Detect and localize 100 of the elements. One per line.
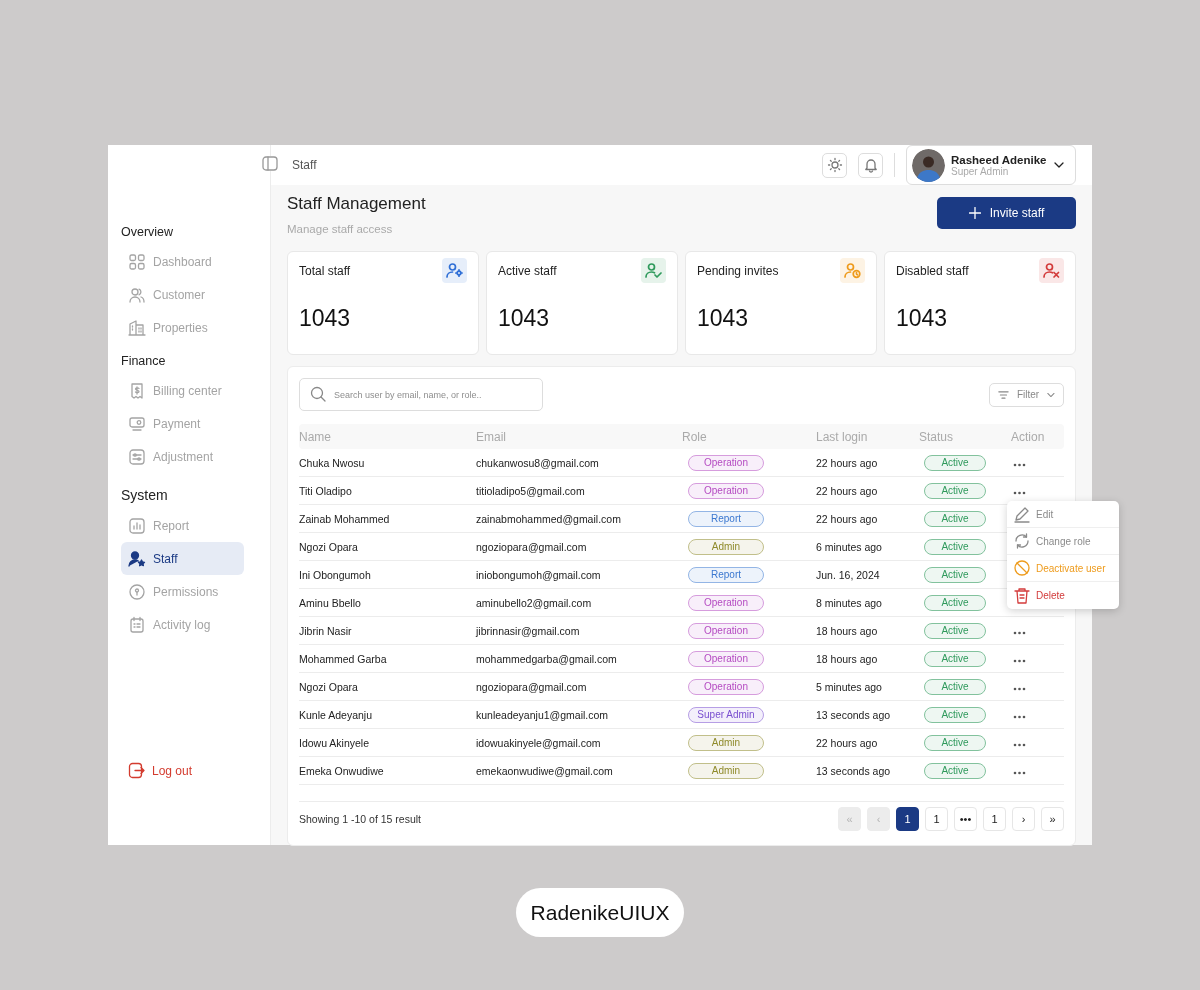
sidebar-item[interactable]: Billing center (121, 374, 244, 407)
page-subtitle: Manage staff access (287, 223, 394, 235)
plus-icon (968, 207, 981, 219)
table-cell-text: Ini Obongumoh (299, 568, 372, 581)
table-cell-text: 22 hours ago (816, 456, 879, 469)
brand-badge: RadenikeUIUX (515, 888, 685, 937)
sidebar-item[interactable]: Dashboard (121, 245, 244, 278)
sidebar-item[interactable]: Adjustment (121, 440, 244, 473)
more-icon[interactable] (1013, 686, 1026, 691)
avatar (912, 148, 945, 182)
user-name: Rasheed Adenike (951, 153, 1047, 166)
status-tag: Active (924, 482, 986, 499)
logout-icon (128, 762, 145, 779)
role-tag: Operation (688, 622, 764, 639)
menu-item[interactable]: Change role (1007, 528, 1119, 555)
table-cell-text: Ngozi Opara (299, 540, 359, 553)
menu-item[interactable]: Delete (1007, 582, 1119, 609)
more-icon[interactable] (1013, 462, 1026, 467)
menu-item[interactable]: Deactivate user (1007, 555, 1119, 582)
stat-value: 1043 (299, 305, 352, 332)
keyhole-icon (128, 582, 146, 601)
logout-link[interactable]: Log out (121, 762, 200, 779)
table-cell-text: jibrinnasir@gmail.com (476, 624, 581, 637)
bell-icon (862, 157, 879, 173)
table-cell-text: Emeka Onwudiwe (299, 764, 385, 777)
table-cell-text: mohammedgarba@gmail.com (476, 652, 618, 665)
filter-button[interactable]: Filter (989, 382, 1064, 407)
sidebar-item[interactable]: Customer (121, 278, 244, 311)
status-tag: Active (924, 650, 986, 667)
table-cell-text: Jibrin Nasir (299, 624, 353, 637)
sidebar-item[interactable]: Activity log (121, 608, 244, 641)
sun-icon (826, 157, 843, 173)
section-heading: Overview (121, 225, 175, 239)
stat-label: Total staff (299, 263, 351, 278)
status-tag: Active (924, 510, 986, 527)
bar-chart-icon (128, 516, 146, 535)
table-cell-text: Titi Oladipo (299, 484, 353, 497)
search-field[interactable]: Search user by email, name, or role.. (299, 378, 543, 411)
pencil-icon (1013, 505, 1031, 523)
stat-label: Active staff (498, 263, 557, 278)
stat-value: 1043 (697, 305, 750, 332)
status-tag: Active (924, 762, 986, 779)
column-header: Name (299, 429, 332, 444)
status-tag: Active (924, 706, 986, 723)
building-icon (128, 318, 146, 337)
notification-button[interactable] (858, 152, 883, 178)
table-cell-text: idowuakinyele@gmail.com (476, 736, 602, 749)
refresh-icon (1013, 532, 1031, 550)
menu-item[interactable]: Edit (1007, 501, 1119, 528)
sidebar-item[interactable]: Report (121, 509, 244, 542)
role-tag: Report (688, 510, 764, 527)
chevron-down-icon (1047, 391, 1055, 398)
page-title: Staff Management (287, 194, 426, 214)
more-icon[interactable] (1013, 742, 1026, 747)
search-icon (310, 386, 326, 402)
table-cell-text: titioladipo5@gmail.com (476, 484, 586, 497)
sidebar-item[interactable]: Staff (121, 542, 244, 575)
table-cell-text: Zainab Mohammed (299, 512, 391, 525)
theme-toggle-button[interactable] (822, 152, 847, 178)
role-tag: Operation (688, 594, 764, 611)
table-cell-text: Jun. 16, 2024 (816, 568, 881, 581)
page-button[interactable]: 1 (896, 807, 919, 831)
more-icon[interactable] (1013, 658, 1026, 663)
table-cell-text: Kunle Adeyanju (299, 708, 373, 721)
role-tag: Operation (688, 482, 764, 499)
more-icon[interactable] (1013, 714, 1026, 719)
column-header: Action (1011, 429, 1046, 444)
column-header: Last login (816, 429, 869, 444)
trash-icon (1013, 586, 1031, 605)
stat-label: Pending invites (697, 263, 779, 278)
table-cell-text: Idowu Akinyele (299, 736, 371, 749)
sidebar-item[interactable]: Permissions (121, 575, 244, 608)
more-icon[interactable] (1013, 490, 1026, 495)
page-button[interactable]: 1 (925, 807, 948, 831)
sidebar-item[interactable]: Properties (121, 311, 244, 344)
status-tag: Active (924, 538, 986, 555)
page-button[interactable]: ••• (954, 807, 977, 831)
section-heading: System (121, 487, 169, 503)
table-cell-text: Mohammed Garba (299, 652, 388, 665)
more-icon[interactable] (1013, 770, 1026, 775)
page-button[interactable]: › (1012, 807, 1035, 831)
table-cell-text: 22 hours ago (816, 736, 879, 749)
grid-icon (128, 252, 146, 271)
sidebar-item[interactable]: Payment (121, 407, 244, 440)
more-icon[interactable] (1013, 630, 1026, 635)
status-tag: Active (924, 734, 986, 751)
role-tag: Admin (688, 762, 764, 779)
user-star-icon (128, 549, 146, 568)
column-header: Role (682, 429, 708, 444)
page-button[interactable]: » (1041, 807, 1064, 831)
sidebar-toggle-icon[interactable] (262, 156, 278, 171)
people-icon (128, 285, 146, 304)
stat-label: Disabled staff (896, 263, 969, 278)
column-header: Status (919, 429, 955, 444)
role-tag: Report (688, 566, 764, 583)
invite-staff-button[interactable]: Invite staff (937, 197, 1076, 229)
clipboard-icon (128, 615, 146, 634)
table-cell-text: 13 seconds ago (816, 708, 892, 721)
page-button[interactable]: 1 (983, 807, 1006, 831)
profile-menu[interactable]: Rasheed Adenike Super Admin (906, 145, 1076, 185)
